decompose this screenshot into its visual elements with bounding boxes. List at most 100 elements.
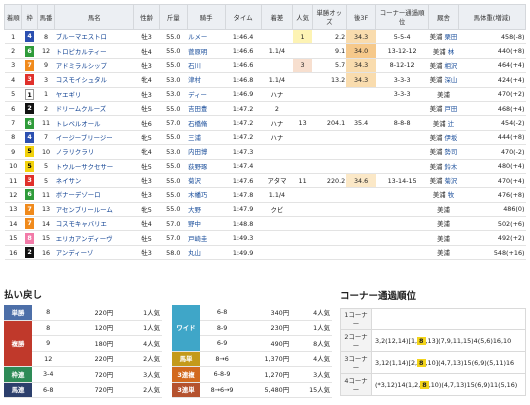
corner-order [375, 202, 429, 218]
jockey-link[interactable]: 三浦 [187, 130, 226, 146]
horse-name-link[interactable]: ボナーデゾーロ [54, 187, 134, 203]
jockey-link[interactable]: 丸山 [187, 245, 226, 261]
trainer-name[interactable]: 菊沢 [445, 177, 458, 185]
horse-name-link[interactable]: トウルーサクセサー [54, 159, 134, 174]
corner-label: 1コーナー [340, 308, 372, 330]
corner-order-text: 3,2(12,14)[1, 8,13](7,9,11,15)4(5,6)16,10 [371, 329, 526, 352]
horse-name-link[interactable]: トロピカルティー [54, 43, 134, 59]
trainer-name[interactable]: 戸田 [445, 105, 458, 113]
corner-order [375, 101, 429, 117]
jockey-link[interactable]: 菅原明 [187, 43, 226, 59]
table-row: 1 4 8 ブルーマエストロ 牡3 55.0 ルメー 1:46.4 1 2.2 34.3 5-5-4 美… [4, 29, 526, 45]
weight-carried: 58.0 [159, 245, 188, 261]
horse-name-link[interactable]: ブルーマエストロ [54, 29, 134, 45]
last-3f [346, 144, 376, 160]
jockey-link[interactable]: 内田博 [187, 144, 226, 160]
jockey-link[interactable]: 戸崎圭 [187, 230, 226, 246]
waku-badge: 4 [25, 31, 35, 43]
trainer-name[interactable]: 栗田 [445, 33, 458, 41]
body-weight: 470(+4) [458, 173, 526, 189]
bet-combination: 6-8 [32, 382, 65, 398]
col-header: タイム [224, 4, 262, 30]
body-weight: 454(-2) [458, 115, 526, 131]
table-row: 15 8 15 エリカアンディーヴ 牡5 57.0 戸崎圭 1:49.3 美浦 492(+2) [4, 230, 526, 246]
horse-name-link[interactable]: イージーブリージー [54, 130, 134, 146]
horse-number: 7 [37, 130, 55, 146]
table-row: 13 7 13 アセンブリールーム 牝5 55.0 大野 1:47.9 クビ 美浦 486(0) [4, 202, 526, 218]
horse-name-link[interactable]: ドリームクルーズ [54, 101, 134, 117]
waku-cell: 6 [21, 115, 38, 131]
horse-name-link[interactable]: アドミラルシップ [54, 58, 134, 74]
jockey-link[interactable]: ルメー [187, 29, 226, 45]
horse-name-link[interactable]: トレベルオール [54, 115, 134, 131]
bet-combination: 9 [32, 335, 65, 352]
trainer-name[interactable]: 勢司 [445, 148, 458, 156]
trainer-name[interactable]: 深山 [445, 76, 458, 84]
table-row: 2 6 12 トロピカルティー 牡4 55.0 菅原明 1:46.6 1.1/4 9.1 34.0 1… [4, 43, 526, 59]
waku-cell: 5 [21, 144, 38, 160]
margin: 1.1/4 [261, 72, 293, 88]
weight-carried: 55.0 [159, 58, 188, 74]
payout-row: ワイド 6-8 340円 4人気 [172, 305, 332, 352]
weight-carried: 55.0 [159, 202, 188, 218]
jockey-link[interactable]: 菊沢 [187, 173, 226, 189]
jockey-link[interactable]: 野中 [187, 216, 226, 232]
stable-region: 美浦 勢司 [428, 144, 459, 160]
finish-time: 1:47.3 [225, 144, 262, 160]
win-odds [312, 144, 347, 160]
stable-region: 美浦 栗田 [428, 29, 459, 45]
horse-name-link[interactable]: アンディーゾ [54, 245, 134, 261]
horse-name-link[interactable]: ネイサン [54, 173, 134, 189]
jockey-link[interactable]: 吉田豊 [187, 101, 226, 117]
finish-time: 1:46.4 [225, 29, 262, 45]
horse-number: 15 [37, 230, 55, 246]
jockey-link[interactable]: 木幡巧 [187, 187, 226, 203]
waku-cell: 6 [21, 43, 38, 59]
finish-time: 1:47.4 [225, 159, 262, 174]
horse-name-link[interactable]: コスモイシュタル [54, 72, 134, 88]
jockey-link[interactable]: 荻野琢 [187, 159, 226, 174]
weight-carried: 57.0 [159, 115, 188, 131]
bet-combination: 8→6 [200, 351, 245, 367]
trainer-name[interactable]: 辻 [448, 120, 454, 128]
jockey-link[interactable]: 津村 [187, 72, 226, 88]
waku-cell: 4 [21, 29, 38, 45]
corner-order [375, 187, 429, 203]
jockey-link[interactable]: 大野 [187, 202, 226, 218]
horse-name-link[interactable]: エリカアンディーヴ [54, 230, 134, 246]
margin: クビ [261, 202, 293, 218]
payout-amount: 220円 [64, 351, 116, 367]
finish-position: 8 [4, 130, 22, 146]
margin: 1.1/4 [261, 43, 293, 59]
trainer-name[interactable]: 林 [448, 48, 454, 56]
bet-type-label: 馬連 [4, 382, 32, 398]
trainer-name[interactable]: 相沢 [445, 62, 458, 70]
horse-number: 13 [37, 202, 55, 218]
horse-name-link[interactable]: ヤエギリ [54, 87, 134, 102]
last-3f [346, 245, 376, 261]
horse-name-link[interactable]: アセンブリールーム [54, 202, 134, 218]
body-weight: 480(+4) [458, 159, 526, 174]
trainer-name[interactable]: 伊坂 [445, 134, 458, 142]
finish-position: 14 [4, 216, 22, 232]
finish-time: 1:49.9 [225, 245, 262, 261]
win-odds: 204.1 [312, 115, 347, 131]
weight-carried: 55.0 [159, 101, 188, 117]
body-weight: 548(+16) [458, 245, 526, 261]
weight-carried: 57.0 [159, 230, 188, 246]
stable-region: 美浦 伊坂 [428, 130, 459, 146]
horse-name-link[interactable]: ノラリクラリ [54, 144, 134, 160]
weight-carried: 55.0 [159, 130, 188, 146]
corner-order [375, 144, 429, 160]
jockey-link[interactable]: 石橋脩 [187, 115, 226, 131]
bet-combination: 6-8 [200, 305, 245, 321]
corner-label: 4コーナー [340, 373, 372, 396]
horse-name-link[interactable]: コスモキャバリエ [54, 216, 134, 232]
jockey-link[interactable]: 石川 [187, 58, 226, 74]
table-row: 14 7 14 コスモキャバリエ 牡4 57.0 野中 1:48.8 美浦 502(+6) [4, 216, 526, 232]
margin: 1.1/4 [261, 187, 293, 203]
trainer-name[interactable]: 牧 [448, 191, 454, 199]
jockey-link[interactable]: ディー [187, 87, 226, 102]
trainer-name[interactable]: 鈴木 [445, 163, 458, 171]
weight-carried: 57.0 [159, 216, 188, 232]
